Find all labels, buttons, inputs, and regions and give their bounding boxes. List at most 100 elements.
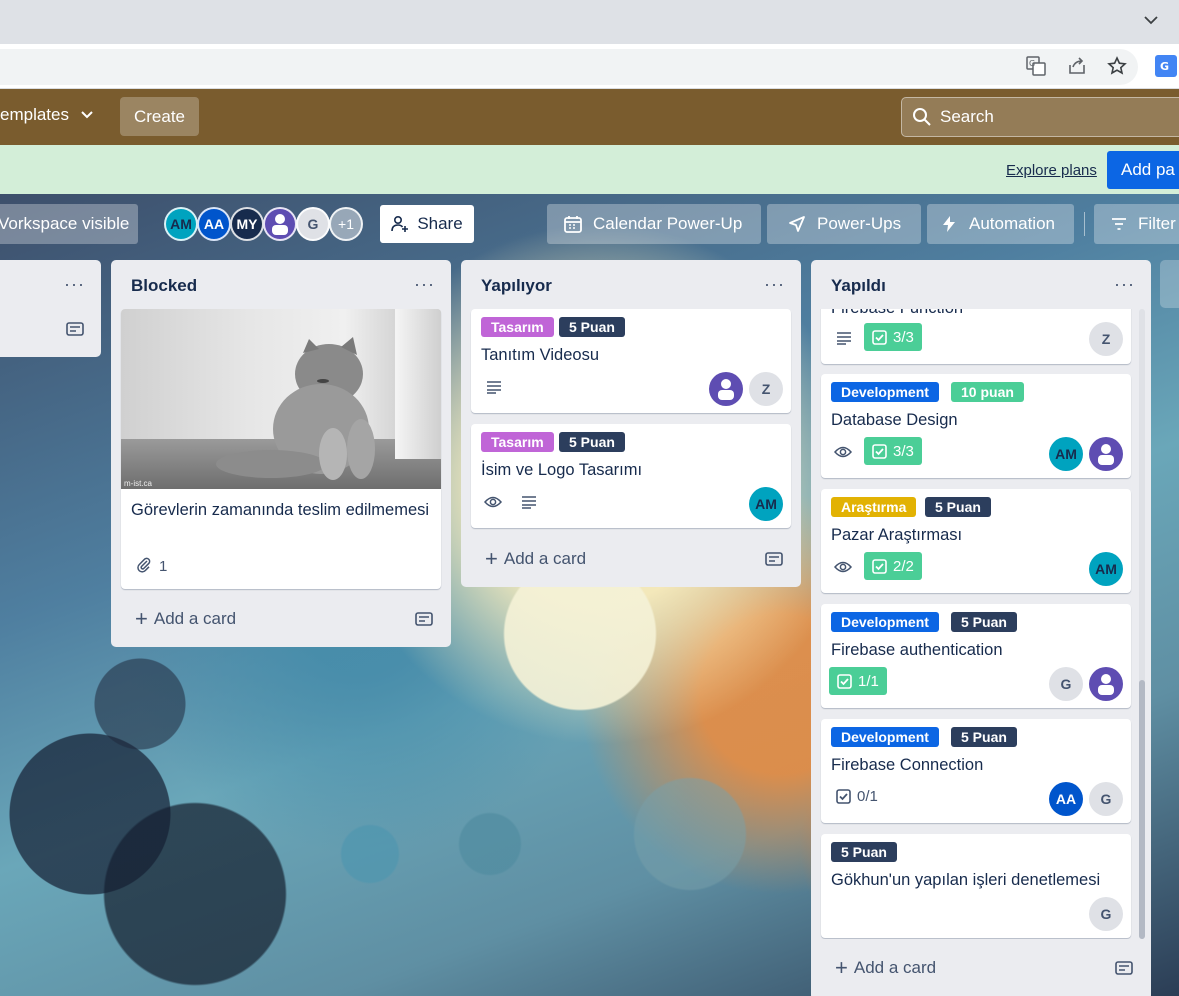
board-member-avatar[interactable]: AA: [197, 207, 231, 241]
card-template-icon[interactable]: [765, 552, 783, 568]
member-avatar[interactable]: AA: [1049, 782, 1083, 816]
card-template-icon[interactable]: [66, 322, 84, 338]
member-avatar[interactable]: AM: [1089, 552, 1123, 586]
card-title: Firebase Function: [831, 309, 963, 321]
list-scrollbar-thumb[interactable]: [1139, 680, 1145, 939]
add-card-button[interactable]: + Add a card: [835, 957, 936, 979]
plus-icon: +: [135, 606, 148, 631]
add-list-partial[interactable]: [1160, 260, 1179, 308]
eye-icon: [833, 443, 853, 461]
checklist-icon: [872, 329, 887, 345]
share-button[interactable]: Share: [380, 205, 474, 243]
create-button[interactable]: Create: [120, 97, 199, 136]
list-menu-button[interactable]: ···: [414, 274, 435, 295]
card[interactable]: Tasarım 5 Puan Tanıtım Videosu Z: [471, 309, 791, 413]
card-cover-image: m-ist.ca: [121, 309, 441, 489]
checklist-badge: 3/3: [864, 323, 922, 351]
share-label: Share: [417, 214, 463, 233]
eye-icon: [483, 493, 503, 511]
card-label: Development: [831, 382, 939, 402]
person-add-icon: [391, 215, 409, 232]
card[interactable]: Tasarım 5 Puan İsim ve Logo Tasarımı AM: [471, 424, 791, 528]
member-avatar[interactable]: G: [1089, 897, 1123, 931]
automation-label: Automation: [969, 214, 1055, 233]
card-template-icon[interactable]: [1115, 961, 1133, 977]
filter-button[interactable]: Filter: [1094, 204, 1179, 244]
explore-plans-link[interactable]: Explore plans: [1006, 162, 1097, 179]
chevron-down-icon: [81, 111, 93, 119]
paperclip-icon: [135, 556, 153, 574]
filter-label: Filter: [1138, 214, 1176, 233]
card-label: 5 Puan: [951, 612, 1017, 632]
card-label: 10 puan: [951, 382, 1024, 402]
member-avatar[interactable]: [1089, 437, 1123, 471]
board-member-avatar[interactable]: [263, 207, 297, 241]
board-member-avatar[interactable]: MY: [230, 207, 264, 241]
user-icon: [272, 214, 288, 235]
checklist-badge: 2/2: [864, 552, 922, 580]
extension-icon[interactable]: G: [1155, 55, 1177, 77]
list-title[interactable]: Blocked: [131, 276, 197, 296]
powerups-button[interactable]: Power-Ups: [767, 204, 921, 244]
member-avatar[interactable]: Z: [1089, 322, 1123, 356]
templates-menu[interactable]: emplates: [0, 105, 95, 125]
card[interactable]: Development 10 puan Database Design 3/3 …: [821, 374, 1131, 478]
card[interactable]: Araştırma 5 Puan Pazar Araştırması 2/2 A…: [821, 489, 1131, 593]
list-partial: ···: [0, 260, 101, 357]
member-avatar[interactable]: G: [1049, 667, 1083, 701]
user-icon: [1098, 444, 1114, 465]
card-label: Tasarım: [481, 317, 554, 337]
star-icon[interactable]: [1106, 55, 1128, 77]
visibility-label: Vorkspace visible: [0, 214, 130, 233]
card-title: İsim ve Logo Tasarımı: [481, 461, 643, 479]
card-template-icon[interactable]: [415, 612, 433, 628]
share-icon[interactable]: [1066, 55, 1088, 77]
list-yapiliyor: Yapılıyor ··· Tasarım 5 Puan Tanıtım Vid…: [461, 260, 801, 587]
card-label: 5 Puan: [831, 842, 897, 862]
checklist-icon: [836, 788, 851, 804]
card-title: Pazar Araştırması: [831, 526, 963, 544]
card[interactable]: Development 5 Puan Firebase authenticati…: [821, 604, 1131, 708]
list-blocked: Blocked ··· m-ist.ca Görevlerin zamanınd…: [111, 260, 451, 647]
add-payment-button[interactable]: Add pa: [1107, 151, 1179, 189]
card[interactable]: 5 Puan Gökhun'un yapılan işleri denetlem…: [821, 834, 1131, 938]
list-yapildi: Yapıldı ··· Firebase Function 3/3 Z Deve…: [811, 260, 1151, 996]
card-title: Tanıtım Videosu: [481, 346, 600, 364]
card[interactable]: m-ist.ca Görevlerin zamanında teslim edi…: [121, 309, 441, 589]
address-bar[interactable]: [0, 49, 1138, 85]
member-avatar[interactable]: [709, 372, 743, 406]
member-avatar[interactable]: G: [1089, 782, 1123, 816]
member-avatar[interactable]: [1089, 667, 1123, 701]
list-menu-button[interactable]: ···: [64, 274, 85, 295]
checklist-count: 2/2: [893, 557, 914, 575]
more-members-badge[interactable]: +1: [329, 207, 363, 241]
calendar-powerup-button[interactable]: Calendar Power-Up: [547, 204, 761, 244]
browser-tabstrip: [0, 0, 1179, 44]
cover-wall-edge: [395, 309, 441, 459]
automation-button[interactable]: Automation: [927, 204, 1074, 244]
calendar-icon: [564, 216, 582, 233]
search-input[interactable]: Search: [901, 97, 1179, 137]
member-avatar[interactable]: AM: [1049, 437, 1083, 471]
card[interactable]: Firebase Function 3/3 Z: [821, 309, 1131, 364]
list-title[interactable]: Yapılıyor: [481, 276, 552, 296]
board-member-avatar[interactable]: AM: [164, 207, 198, 241]
list-menu-button[interactable]: ···: [764, 274, 785, 295]
add-card-button[interactable]: + Add a card: [485, 546, 586, 571]
board-member-avatar[interactable]: G: [296, 207, 330, 241]
plus-icon: +: [485, 546, 498, 571]
card-label: 5 Puan: [559, 432, 625, 452]
card[interactable]: Development 5 Puan Firebase Connection 0…: [821, 719, 1131, 823]
list-menu-button[interactable]: ···: [1114, 274, 1135, 295]
cover-watermark: m-ist.ca: [124, 479, 152, 488]
translate-icon[interactable]: G: [1025, 55, 1047, 77]
chevron-down-icon[interactable]: [1141, 10, 1161, 30]
card-label: 5 Puan: [925, 497, 991, 517]
card-title: Görevlerin zamanında teslim edilmemesi: [131, 501, 430, 519]
list-title[interactable]: Yapıldı: [831, 276, 886, 296]
search-placeholder: Search: [940, 107, 994, 126]
workspace-visible-button[interactable]: Vorkspace visible: [0, 204, 138, 244]
add-card-button[interactable]: + Add a card: [135, 606, 236, 631]
member-avatar[interactable]: Z: [749, 372, 783, 406]
member-avatar[interactable]: AM: [749, 487, 783, 521]
